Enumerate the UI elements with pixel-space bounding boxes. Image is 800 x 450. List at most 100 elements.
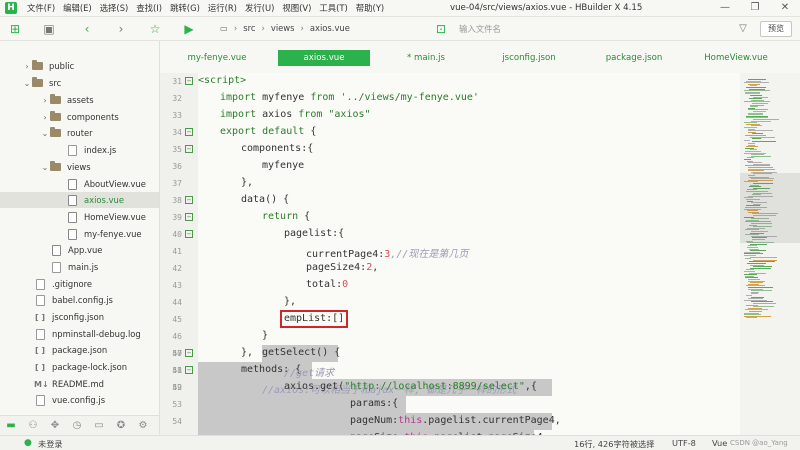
minimize-icon[interactable]: — [710,0,740,17]
tree-item-aboutview[interactable]: AboutView.vue [68,176,146,192]
minimap-viewport[interactable] [740,173,800,243]
tree-item-label: README.md [52,379,104,389]
fold-minus-icon[interactable]: − [185,213,193,221]
status-bar: ● 未登录 16行, 426字符被选择 UTF-8 Vue CSDN @ao_Y… [0,435,800,450]
forward-icon[interactable]: › [112,20,130,38]
chevron-right-icon[interactable]: › [40,113,50,122]
new-file-icon[interactable]: ⊞ [6,20,24,38]
menu-goto[interactable]: 跳转(G) [170,2,200,14]
minimap-stroke [745,258,751,260]
breadcrumb-item-views[interactable]: views [271,23,295,33]
breadcrumb-root-icon[interactable]: ▭ [220,23,228,33]
preview-button[interactable]: 预览 [760,21,792,37]
folder-icon [32,60,43,70]
tab-axios[interactable]: axios.vue [278,50,370,66]
menu-find[interactable]: 查找(I) [136,2,162,14]
tree-item-babel-config[interactable]: babel.config.js [36,292,113,308]
menu-edit[interactable]: 编辑(E) [63,2,92,14]
breadcrumb-item-src[interactable]: src [243,23,255,33]
debug-icon[interactable]: ✪ [110,416,132,436]
chevron-down-icon[interactable]: ⌄ [40,163,50,172]
tab-homeview[interactable]: HomeView.vue [700,50,772,66]
tree-item-app-vue[interactable]: App.vue [52,242,102,258]
fold-minus-icon[interactable]: − [185,196,193,204]
save-icon[interactable]: ▣ [40,20,58,38]
tree-item-label: vue.config.js [52,395,106,405]
code-line: 39 − return { [160,209,740,226]
menu-select[interactable]: 选择(S) [100,2,129,14]
cursor-position[interactable]: 16行, 426字符被选择 [574,438,654,450]
tree-item-views[interactable]: ⌄ views [40,159,91,175]
menu-help[interactable]: 帮助(Y) [356,2,384,14]
back-icon[interactable]: ‹ [78,20,96,38]
fold-minus-icon[interactable]: − [185,349,193,357]
tree-item-my-fenye[interactable]: my-fenye.vue [68,226,142,242]
chevron-down-icon[interactable]: ⌄ [22,79,32,88]
fold-minus-icon[interactable]: − [185,145,193,153]
history-icon[interactable]: ◷ [66,416,88,436]
menu-bar: H 文件(F) 编辑(E) 选择(S) 查找(I) 跳转(G) 运行(R) 发行… [0,0,800,17]
tree-item-src[interactable]: ⌄ src [22,75,61,91]
tree-item-package-json[interactable]: [ ] package.json [34,342,107,358]
tree-item-main-js[interactable]: main.js [52,259,98,275]
settings-icon[interactable]: ⚙ [132,416,154,436]
tree-item-homeview[interactable]: HomeView.vue [68,209,146,225]
breadcrumb-separator-icon: › [261,23,265,33]
encoding[interactable]: UTF-8 [672,438,696,448]
project-folder-icon[interactable]: ▬ [0,416,22,436]
menu-publish[interactable]: 发行(U) [245,2,274,14]
fold-minus-icon[interactable]: − [185,128,193,136]
line-number: 42 [172,264,182,273]
maximize-icon[interactable]: ❐ [740,0,770,17]
code-editor[interactable]: 31 − <script> 32 import myfenye from '..… [160,73,740,435]
folder-icon [50,161,61,171]
menu-file[interactable]: 文件(F) [27,2,55,14]
breadcrumb-item-file[interactable]: axios.vue [310,23,350,33]
tab-package-json[interactable]: package.json [600,50,668,66]
filter-icon[interactable]: ▽ [734,20,752,38]
extension-icon[interactable]: ✥ [44,416,66,436]
menu-view[interactable]: 视图(V) [282,2,311,14]
fold-minus-icon[interactable]: − [185,230,193,238]
plugin-icon[interactable]: ⚇ [22,416,44,436]
language-mode[interactable]: Vue [712,438,727,448]
minimap-stroke [752,141,776,143]
tree-item-readme[interactable]: M↓ README.md [34,376,104,392]
tab-main-js[interactable]: * main.js [396,50,456,66]
file-name-input[interactable] [455,21,735,37]
tree-item-components[interactable]: › components [40,109,119,125]
minimap-stroke [752,138,761,140]
tree-item-index-js[interactable]: index.js [68,142,116,158]
login-status[interactable]: 未登录 [38,438,63,450]
tree-item-gitignore[interactable]: .gitignore [36,276,92,292]
code-line: 33 import axios from "axios" [160,107,740,124]
bookmark-icon[interactable]: ▭ [88,416,110,436]
fold-minus-icon[interactable]: − [185,77,193,85]
code-text: axios.get("http://localhost:8899/select"… [284,381,537,392]
line-number: 36 [172,162,182,171]
close-icon[interactable]: ✕ [770,0,800,17]
chevron-right-icon[interactable]: › [40,96,50,105]
user-icon[interactable]: ● [24,438,32,448]
menu-tools[interactable]: 工具(T) [319,2,347,14]
code-minimap[interactable] [740,73,800,435]
menu-run[interactable]: 运行(R) [208,2,237,14]
tree-item-axios-vue[interactable]: axios.vue [0,192,159,208]
tree-item-jsconfig[interactable]: [ ] jsconfig.json [34,309,104,325]
tree-item-assets[interactable]: › assets [40,92,94,108]
run-icon[interactable]: ▶ [180,20,198,38]
chevron-down-icon[interactable]: ⌄ [40,129,50,138]
tab-jsconfig[interactable]: jsconfig.json [494,50,564,66]
tree-item-label: npminstall-debug.log [52,329,141,339]
tree-item-npminstall-log[interactable]: npminstall-debug.log [36,326,141,342]
tree-item-package-lock[interactable]: [ ] package-lock.json [34,359,127,375]
line-number: 33 [172,111,182,120]
tree-item-label: package-lock.json [52,362,128,372]
tab-my-fenye[interactable]: my-fenye.vue [182,50,252,66]
tree-item-router[interactable]: ⌄ router [40,125,93,141]
code-line: 53 params:{ [160,396,740,413]
favorite-star-icon[interactable]: ☆ [146,20,164,38]
tree-item-vue-config[interactable]: vue.config.js [36,392,105,408]
tree-item-public[interactable]: › public [22,58,74,74]
chevron-right-icon[interactable]: › [22,62,32,71]
